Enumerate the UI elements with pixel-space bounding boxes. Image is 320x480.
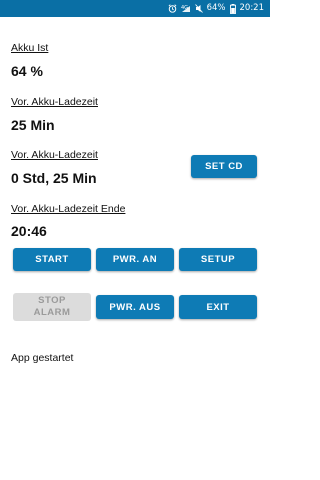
setup-button[interactable]: SETUP xyxy=(179,248,257,271)
battery-icon xyxy=(229,0,236,17)
pwr-an-button[interactable]: PWR. AN xyxy=(96,248,174,271)
pwr-aus-button[interactable]: PWR. AUS xyxy=(96,295,174,319)
clock: 20:21 xyxy=(239,3,265,13)
ladezeit-ende-value: 20:46 xyxy=(11,223,47,239)
ladezeit-ende-label: Vor. Akku-Ladezeit Ende xyxy=(11,203,126,215)
signal-4g-icon: 4G xyxy=(181,0,191,17)
exit-button[interactable]: EXIT xyxy=(179,295,257,319)
ladezeit-label: Vor. Akku-Ladezeit xyxy=(11,96,98,108)
akku-ist-label: Akku Ist xyxy=(11,42,49,54)
stop-alarm-line2: ALARM xyxy=(33,307,71,318)
set-cd-button[interactable]: SET CD xyxy=(191,155,257,178)
mute-icon xyxy=(194,0,203,17)
status-message: App gestartet xyxy=(11,352,74,364)
alarm-icon xyxy=(168,0,177,17)
stop-alarm-button[interactable]: STOP ALARM xyxy=(13,293,91,321)
ladezeit-cd-label: Vor. Akku-Ladezeit xyxy=(11,149,98,161)
stop-alarm-line1: STOP xyxy=(38,295,66,306)
akku-ist-value: 64 % xyxy=(11,63,43,79)
status-bar: 4G 64% 20:21 xyxy=(0,0,270,17)
ladezeit-value: 25 Min xyxy=(11,117,55,133)
ladezeit-cd-value: 0 Std, 25 Min xyxy=(11,170,97,186)
start-button[interactable]: START xyxy=(13,248,91,271)
battery-percent: 64% xyxy=(206,3,226,13)
